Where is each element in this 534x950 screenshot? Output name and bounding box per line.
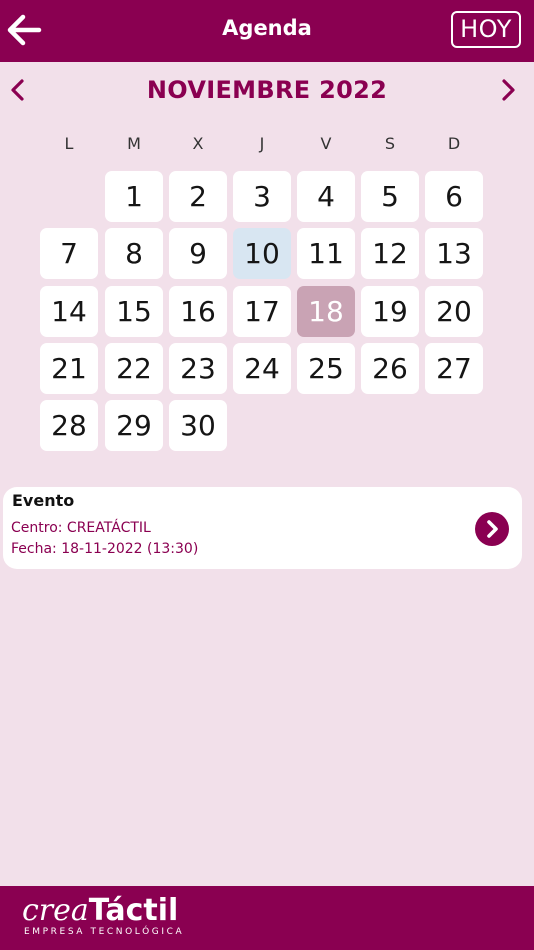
calendar-day[interactable]: 13 (425, 228, 483, 279)
calendar-day[interactable]: 6 (425, 171, 483, 222)
calendar-day-selected[interactable]: 18 (297, 286, 355, 337)
event-title: Evento (12, 491, 75, 510)
calendar-day[interactable]: 27 (425, 343, 483, 394)
event-fecha: Fecha: 18-11-2022 (13:30) (11, 541, 199, 557)
calendar-day[interactable]: 4 (297, 171, 355, 222)
calendar-day[interactable]: 20 (425, 286, 483, 337)
calendar-day[interactable]: 11 (297, 228, 355, 279)
calendar-day[interactable]: 2 (169, 171, 227, 222)
calendar-day[interactable]: 1 (105, 171, 163, 222)
calendar-day[interactable]: 29 (105, 400, 163, 451)
today-button[interactable]: HOY (451, 11, 521, 48)
calendar-day[interactable]: 16 (169, 286, 227, 337)
logo-tactil: Táctil (88, 893, 179, 928)
weekday-label: M (127, 134, 141, 153)
next-month-button[interactable] (496, 78, 520, 102)
calendar-day[interactable]: 28 (40, 400, 98, 451)
calendar-day[interactable]: 5 (361, 171, 419, 222)
weekday-label: J (259, 134, 265, 153)
calendar-day[interactable]: 26 (361, 343, 419, 394)
weekday-label: S (384, 134, 396, 153)
weekday-label: V (320, 134, 332, 153)
weekday-label: D (447, 134, 461, 153)
calendar-day[interactable]: 8 (105, 228, 163, 279)
calendar-day[interactable]: 24 (233, 343, 291, 394)
creatactil-logo: creaTáctil EMPRESA TECNOLÓGICA (22, 893, 185, 938)
footer-bar: creaTáctil EMPRESA TECNOLÓGICA (0, 886, 534, 950)
logo-crea: crea (22, 893, 89, 928)
calendar-day[interactable]: 30 (169, 400, 227, 451)
event-centro: Centro: CREATÁCTIL (11, 520, 151, 536)
calendar-day[interactable]: 21 (40, 343, 98, 394)
calendar-day[interactable]: 12 (361, 228, 419, 279)
calendar-day[interactable]: 17 (233, 286, 291, 337)
month-navigation: NOVIEMBRE 2022 (0, 68, 534, 112)
chevron-right-icon (502, 79, 515, 101)
calendar-day[interactable]: 22 (105, 343, 163, 394)
month-label: NOVIEMBRE 2022 (146, 76, 388, 104)
calendar-day[interactable]: 14 (40, 286, 98, 337)
calendar-day[interactable]: 7 (40, 228, 98, 279)
chevron-right-circle-icon (487, 520, 498, 538)
calendar-day[interactable]: 15 (105, 286, 163, 337)
calendar-day[interactable]: 9 (169, 228, 227, 279)
weekday-header: LMXJVSD (0, 134, 534, 154)
event-open-button[interactable] (475, 512, 509, 546)
calendar-day[interactable]: 3 (233, 171, 291, 222)
calendar-day[interactable]: 25 (297, 343, 355, 394)
weekday-label: X (192, 134, 204, 153)
weekday-label: L (64, 134, 74, 153)
logo-tagline: EMPRESA TECNOLÓGICA (24, 927, 185, 937)
calendar-day[interactable]: 19 (361, 286, 419, 337)
calendar-day[interactable]: 23 (169, 343, 227, 394)
calendar-day-today[interactable]: 10 (233, 228, 291, 279)
event-card[interactable]: Evento Centro: CREATÁCTIL Fecha: 18-11-2… (3, 487, 522, 569)
top-app-bar: Agenda HOY (0, 0, 534, 62)
